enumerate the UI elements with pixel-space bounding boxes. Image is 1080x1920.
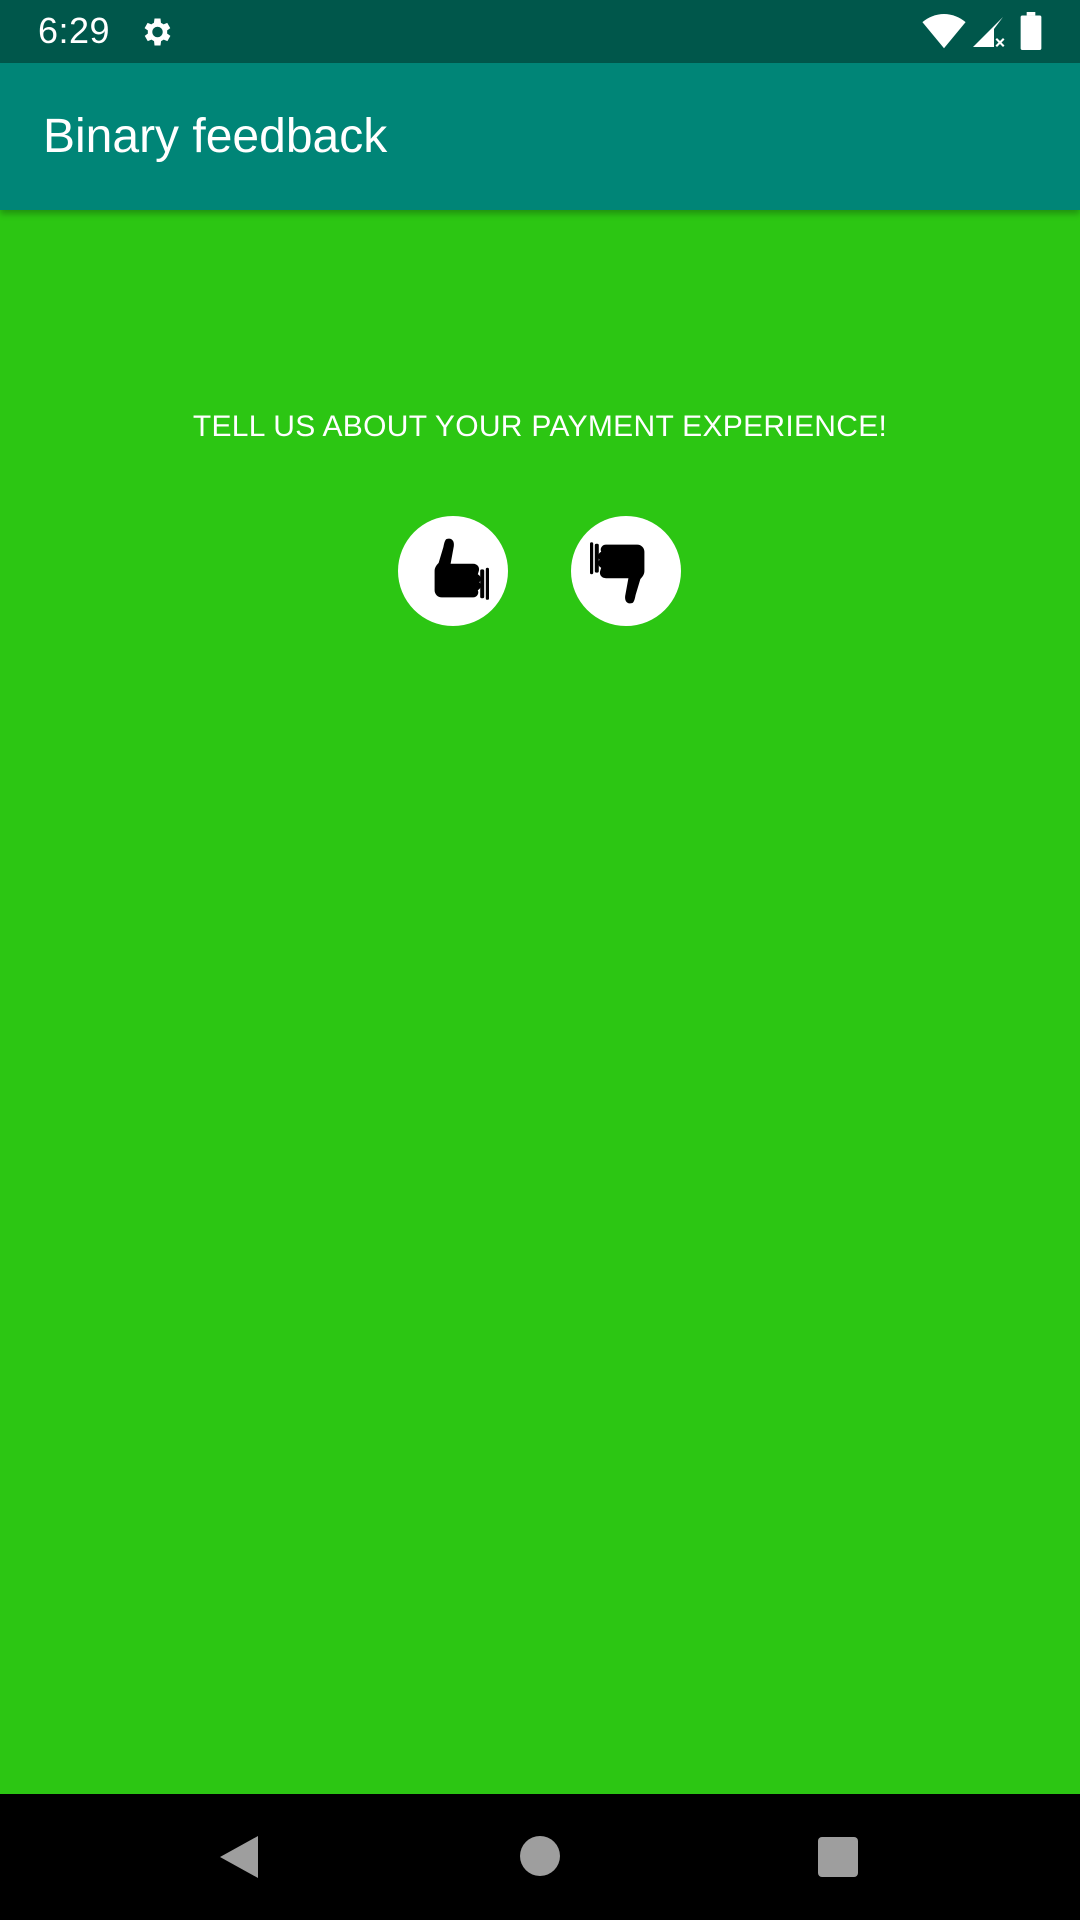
back-icon[interactable] (218, 1834, 260, 1880)
feedback-prompt: TELL US ABOUT YOUR PAYMENT EXPERIENCE! (192, 410, 888, 443)
thumbs-down-icon (590, 542, 645, 604)
gear-icon (144, 18, 171, 46)
battery-icon (1020, 12, 1042, 50)
app-title: Binary feedback (43, 110, 388, 163)
home-icon[interactable] (520, 1836, 560, 1876)
navigation-bar (0, 1794, 1080, 1920)
wifi-icon (922, 14, 966, 49)
thumbs-up-icon (434, 538, 489, 600)
status-bar: 6:29 (0, 0, 1080, 63)
thumbs-up-button[interactable] (398, 516, 508, 626)
app-bar: Binary feedback (0, 63, 1080, 210)
status-time: 6:29 (38, 10, 111, 51)
recents-icon[interactable] (818, 1837, 858, 1877)
thumbs-down-button[interactable] (571, 516, 681, 626)
screen: 6:29 Binary feedback TELL US ABOUT YOUR … (0, 0, 1080, 1920)
signal-icon (973, 17, 1005, 47)
